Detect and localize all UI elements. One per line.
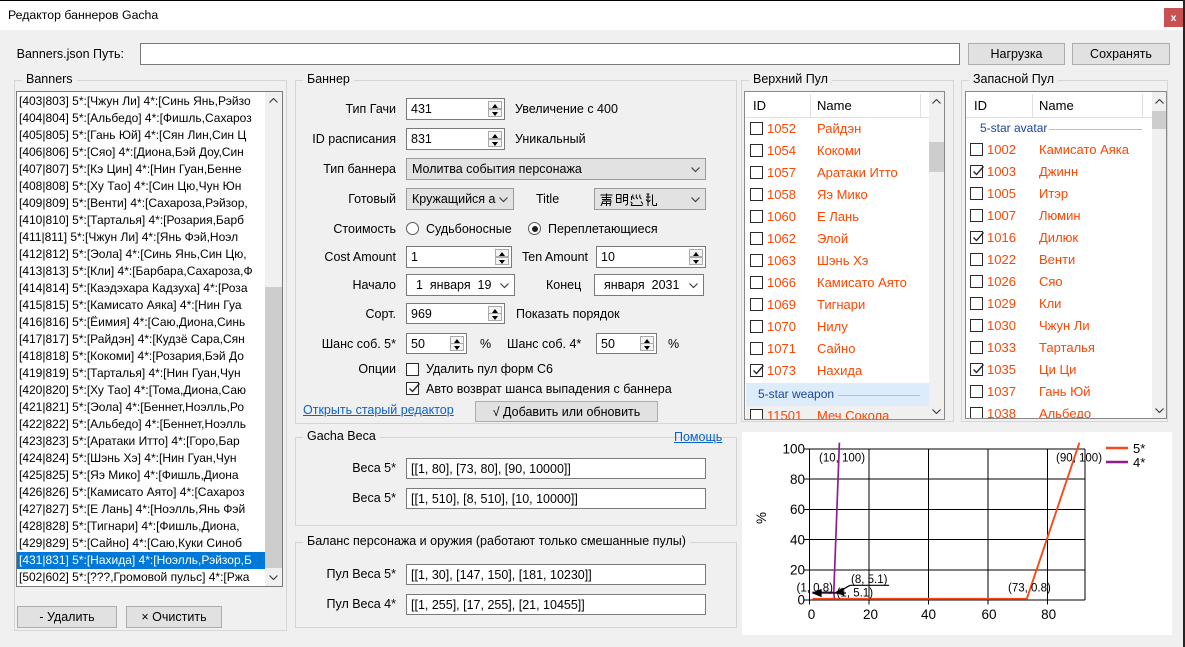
svg-text:(73, 0.8): (73, 0.8) [1008,583,1051,595]
svg-text:(10, 100): (10, 100) [819,453,865,465]
svg-text:0: 0 [797,593,805,608]
svg-text:(8, 5.1): (8, 5.1) [851,574,888,586]
svg-text:60: 60 [981,607,996,622]
svg-text:60: 60 [790,502,805,517]
svg-text:4*: 4* [1133,455,1145,470]
svg-text:80: 80 [790,472,805,487]
svg-text:100: 100 [782,442,805,457]
svg-text:80: 80 [1041,607,1056,622]
svg-text:(90, 100): (90, 100) [1056,453,1102,465]
svg-text:40: 40 [921,607,936,622]
svg-text:5*: 5* [1133,441,1145,456]
svg-text:20: 20 [863,607,878,622]
svg-text:20: 20 [790,563,805,578]
svg-text:%: % [754,512,769,524]
svg-text:0: 0 [808,607,816,622]
svg-text:40: 40 [790,532,805,547]
